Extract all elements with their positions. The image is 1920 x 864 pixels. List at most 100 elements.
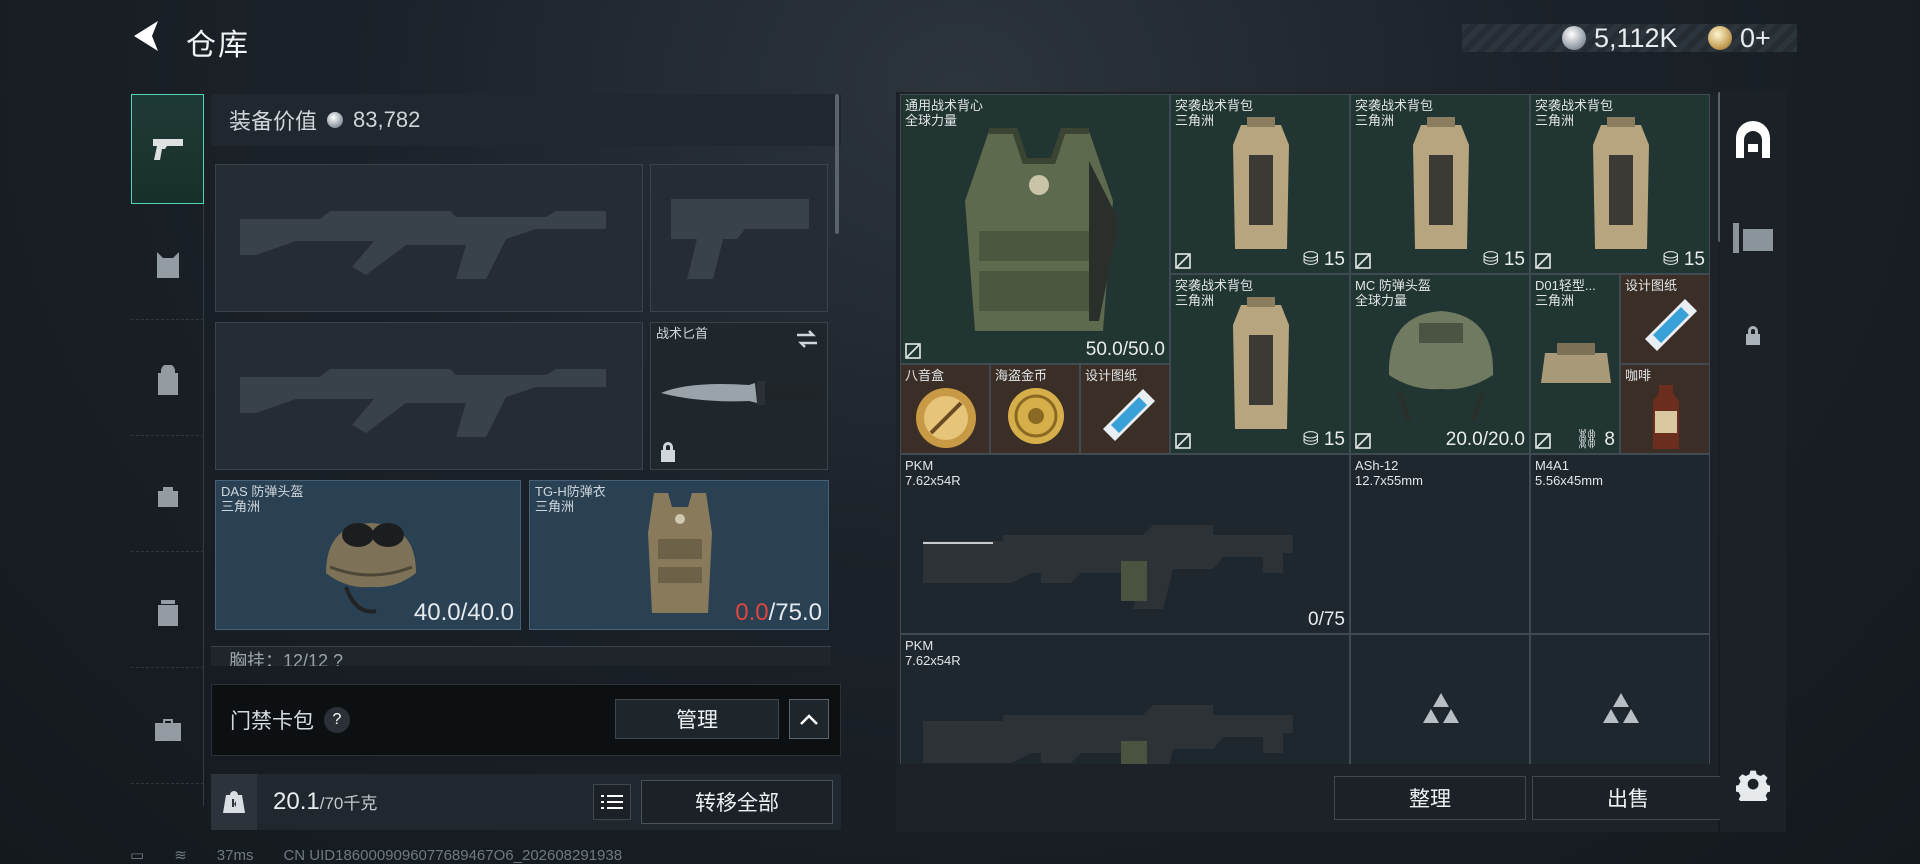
tg-h-armor-icon: [648, 493, 712, 613]
pistol-icon: [152, 139, 183, 160]
sort-button[interactable]: 整理: [1334, 776, 1526, 820]
stash-item-helmet[interactable]: MC 防弹头盔 全球力量 20.0/20.0: [1350, 274, 1530, 454]
weight-icon: [223, 791, 245, 813]
tab-toolbox[interactable]: [131, 674, 204, 784]
stash-item-loading[interactable]: [1350, 634, 1530, 764]
stash-item-blueprint[interactable]: 设计图纸: [1080, 364, 1170, 454]
container-icon: [157, 599, 178, 626]
weight-max: /70千克: [319, 794, 378, 813]
stash-item-blueprint[interactable]: 设计图纸: [1620, 274, 1710, 364]
no-insure-icon: [905, 343, 921, 359]
no-insure-icon: [1175, 253, 1191, 269]
transfer-all-button[interactable]: 转移全部: [641, 780, 833, 824]
item-label: 设计图纸: [1625, 278, 1678, 293]
helmet-slot[interactable]: DAS 防弹头盔 三角洲 40.0/40.0: [215, 480, 521, 630]
stash-item-chest-rig[interactable]: D01轻型... 三角洲 ⛓ 8: [1530, 274, 1620, 454]
swap-icon[interactable]: [795, 329, 819, 349]
stash-item-ash12[interactable]: ASh-12 12.7x55mm: [1350, 454, 1530, 634]
item-label: 设计图纸: [1085, 368, 1138, 383]
tab-chest-rig[interactable]: [131, 210, 204, 320]
chest-rig-header: 胸挂：12/12 ?: [211, 646, 831, 666]
primary-weapon-slot-1[interactable]: [215, 164, 643, 312]
tab-backpack[interactable]: [131, 326, 204, 436]
melee-slot[interactable]: 战术匕首: [650, 322, 828, 470]
toolbox-icon: [154, 718, 181, 741]
machine-gun-icon: [923, 525, 1293, 609]
stash-grid: 通用战术背心 全球力量 50.0/50.0 突袭战术背包 三角洲 ⛁ 15 突袭战术…: [900, 94, 1710, 764]
stash-item-backpack[interactable]: 突袭战术背包 三角洲 ⛁ 15: [1530, 94, 1710, 274]
tab-stash-main[interactable]: [1720, 92, 1786, 187]
item-label: 海盗金币: [995, 368, 1048, 383]
das-helmet-icon: [326, 523, 416, 614]
item-label: ASh-12 12.7x55mm: [1355, 458, 1423, 488]
collapse-button[interactable]: [789, 699, 829, 739]
silver-currency[interactable]: 5,112K: [1562, 20, 1678, 56]
stash-item-backpack[interactable]: 突袭战术背包 三角洲 ⛁ 15: [1350, 94, 1530, 274]
list-view-button[interactable]: [593, 784, 631, 820]
equip-value-label: 装备价值: [229, 109, 318, 134]
helmet-durability: 40.0/40.0: [413, 599, 514, 626]
tab-stash-custom[interactable]: [1720, 190, 1786, 285]
stash-item-backpack[interactable]: 突袭战术背包 三角洲 ⛁ 15: [1170, 274, 1350, 454]
stash-item-pirate-coin[interactable]: 海盗金币: [990, 364, 1080, 454]
item-durability: 20.0/20.0: [1445, 429, 1525, 450]
tab-weapons[interactable]: [131, 94, 204, 204]
help-icon[interactable]: ?: [324, 707, 350, 733]
item-label: PKM 7.62x54R: [905, 458, 961, 488]
weight-bar: 20.1/70千克 转移全部: [211, 774, 841, 830]
stash-item-pkm[interactable]: PKM 7.62x54R: [900, 634, 1350, 764]
stash-item-m4a1[interactable]: M4A1 5.56x45mm: [1530, 454, 1710, 634]
battery-icon: ▭: [130, 847, 145, 864]
settings-button[interactable]: [1720, 736, 1786, 831]
armor-info: TG-H防弹衣 三角洲: [535, 484, 606, 514]
stash-item-backpack[interactable]: 突袭战术背包 三角洲 ⛁ 15: [1170, 94, 1350, 274]
uid-text: CN UID1860009096077689467O6_202608291938: [283, 846, 623, 864]
loading-triangle-icon: [1603, 693, 1639, 723]
item-label: 八音盒: [905, 368, 945, 383]
list-icon: [601, 795, 623, 809]
pistol-silhouette-icon: [671, 199, 809, 279]
item-label: D01轻型... 三角洲: [1535, 278, 1596, 308]
stash-item-coffee[interactable]: 咖啡: [1620, 364, 1710, 454]
weight-value: 20.1: [273, 788, 320, 815]
sell-button[interactable]: 出售: [1532, 776, 1724, 820]
equip-value-amount: 83,782: [353, 107, 421, 132]
stash-item-pkm[interactable]: PKM 7.62x54R 0/75: [900, 454, 1350, 634]
item-label: 咖啡: [1625, 368, 1652, 383]
item-ammo: 0/75: [1308, 609, 1345, 630]
tab-stash-locked[interactable]: [1720, 288, 1786, 383]
item-capacity: ⛁ 15: [1302, 429, 1345, 450]
no-insure-icon: [1535, 253, 1551, 269]
mc-helmet-icon: [1388, 311, 1494, 422]
stash-item-loading[interactable]: [1530, 634, 1710, 764]
chevron-up-icon: [800, 714, 818, 725]
helmet-origin: 三角洲: [221, 499, 261, 514]
ping-text: 37ms: [216, 846, 254, 864]
weight-lock-button[interactable]: [211, 774, 257, 830]
secondary-weapon-slot[interactable]: [650, 164, 828, 312]
card-pack-label: 门禁卡包: [230, 710, 314, 733]
blueprint-icon: [1645, 299, 1697, 351]
melee-label: 战术匕首: [656, 326, 709, 341]
armor-slot[interactable]: TG-H防弹衣 三角洲 0.0/75.0: [529, 480, 829, 630]
gold-currency[interactable]: 0+: [1708, 20, 1771, 56]
tab-container[interactable]: [131, 558, 204, 668]
armor-durability-current: 0.0: [735, 599, 769, 626]
machine-gun-icon: [923, 705, 1293, 764]
carry-weight: 20.1/70千克: [273, 788, 377, 816]
stash-item-vest[interactable]: 通用战术背心 全球力量 50.0/50.0: [900, 94, 1170, 364]
tab-pouch[interactable]: [131, 442, 204, 552]
primary-weapon-slot-2[interactable]: [215, 322, 643, 470]
value-coin-icon: [327, 112, 344, 128]
lock-icon: [661, 442, 675, 462]
silver-amount: 5,112K: [1594, 22, 1678, 53]
armor-durability: 0.0/75.0: [735, 599, 822, 627]
pouch-icon: [157, 486, 178, 507]
no-insure-icon: [1535, 433, 1551, 449]
loadout-scrollbar[interactable]: [835, 94, 839, 234]
manage-button[interactable]: 管理: [615, 699, 779, 739]
silver-coin-icon: [1562, 26, 1586, 50]
light-chest-rig-icon: [1541, 343, 1611, 383]
back-arrow-icon[interactable]: [130, 18, 170, 58]
stash-item-music-box[interactable]: 八音盒: [900, 364, 990, 454]
